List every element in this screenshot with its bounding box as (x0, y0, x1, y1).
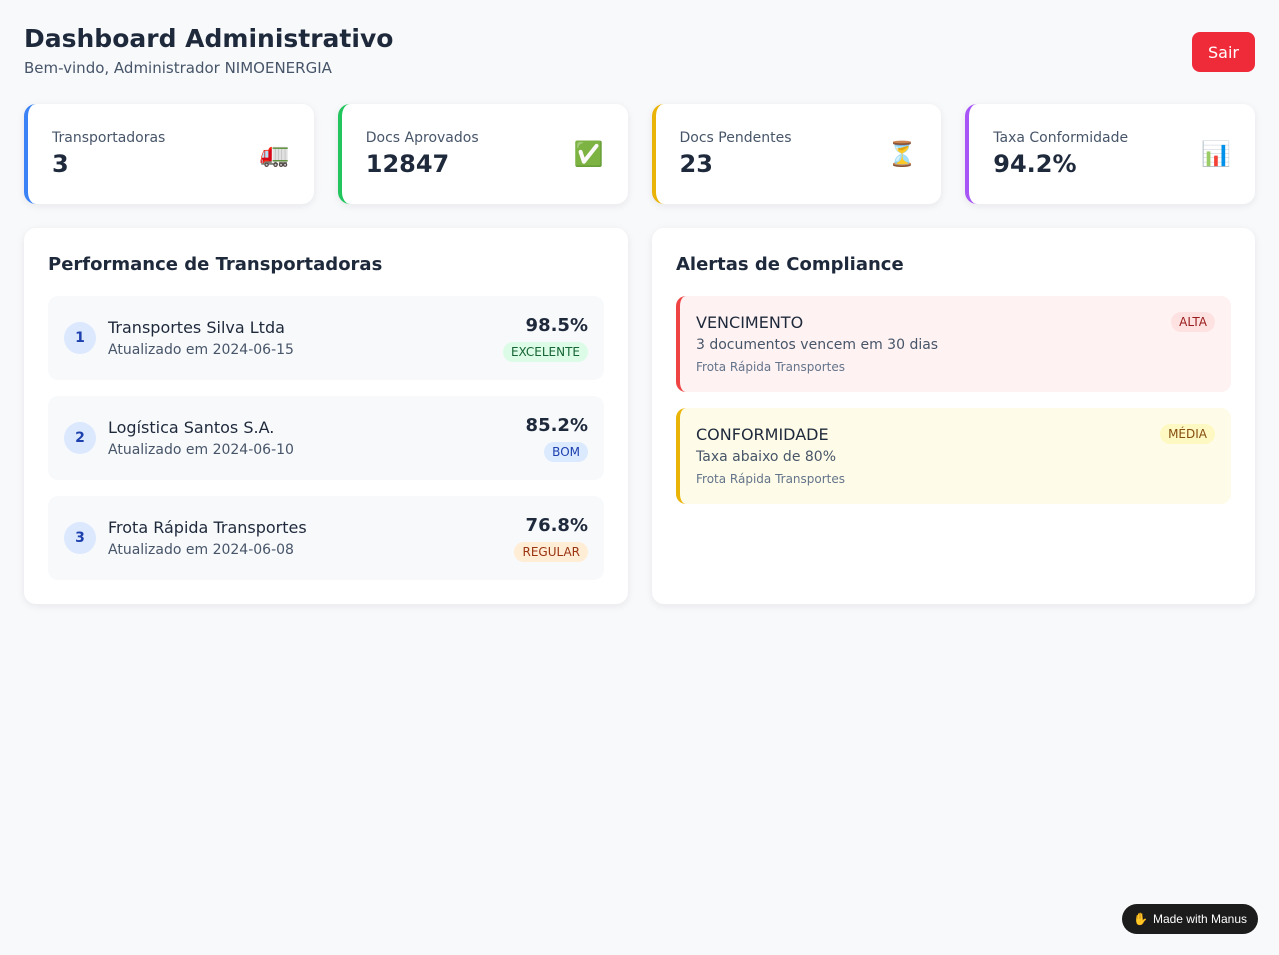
score-value: 85.2% (525, 415, 588, 436)
rank-badge: 3 (64, 522, 96, 554)
stat-card-transportadoras: Transportadoras 3 🚛 (24, 104, 314, 204)
carrier-name: Frota Rápida Transportes (108, 517, 307, 537)
performance-list: 1 Transportes Silva Ltda Atualizado em 2… (48, 296, 604, 580)
carrier-name: Transportes Silva Ltda (108, 317, 285, 337)
score-value: 76.8% (525, 515, 588, 536)
priority-badge: MÉDIA (1160, 424, 1215, 444)
alert-message: Taxa abaixo de 80% (696, 449, 836, 465)
stat-card-taxa-conformidade: Taxa Conformidade 94.2% 📊 (965, 104, 1255, 204)
bar-chart-icon: 📊 (1201, 140, 1231, 168)
alert-company: Frota Rápida Transportes (696, 472, 846, 486)
alert-item[interactable]: CONFORMIDADE Taxa abaixo de 80% Frota Rá… (676, 408, 1231, 504)
hourglass-icon: ⏳ (887, 140, 918, 168)
carrier-name: Logística Santos S.A. (108, 417, 275, 437)
made-with-manus-badge[interactable]: ✋ Made with Manus (1122, 904, 1258, 934)
updated-date: Atualizado em 2024-06-10 (108, 441, 294, 458)
stat-label: Docs Aprovados (365, 130, 479, 146)
alert-type: VENCIMENTO (696, 313, 804, 332)
performance-title: Performance de Transportadoras (48, 254, 383, 275)
alerts-list: VENCIMENTO 3 documentos vencem em 30 dia… (676, 296, 1231, 504)
updated-date: Atualizado em 2024-06-15 (108, 341, 294, 358)
stat-value: 23 (679, 150, 713, 178)
rank-badge: 2 (64, 422, 96, 454)
priority-badge: ALTA (1171, 312, 1215, 332)
stat-label: Transportadoras (52, 130, 166, 146)
status-badge: EXCELENTE (502, 342, 588, 362)
stat-card-docs-aprovados: Docs Aprovados 12847 ✅ (337, 104, 628, 204)
list-item[interactable]: 2 Logística Santos S.A. Atualizado em 20… (48, 396, 604, 480)
stat-value: 94.2% (993, 150, 1077, 178)
alert-item[interactable]: VENCIMENTO 3 documentos vencem em 30 dia… (676, 296, 1231, 392)
stats-row: Transportadoras 3 🚛 Docs Aprovados 12847… (24, 104, 1255, 204)
header-text: Dashboard Administrativo Bem-vindo, Admi… (24, 24, 393, 78)
alert-message: 3 documentos vencem em 30 dias (696, 337, 939, 353)
alert-type: CONFORMIDADE (696, 425, 829, 444)
alert-company: Frota Rápida Transportes (696, 360, 846, 374)
logout-button[interactable]: Sair (1192, 32, 1255, 72)
performance-panel: Performance de Transportadoras 1 Transpo… (24, 228, 628, 604)
page-header: Dashboard Administrativo Bem-vindo, Admi… (24, 24, 1255, 78)
check-icon: ✅ (573, 140, 604, 168)
truck-icon: 🚛 (259, 140, 290, 168)
manus-hand-icon: ✋ (1133, 912, 1148, 926)
status-badge: BOM (544, 442, 588, 462)
status-badge: REGULAR (514, 542, 588, 562)
welcome-subtitle: Bem-vindo, Administrador NIMOENERGIA (24, 59, 332, 77)
alerts-panel: Alertas de Compliance VENCIMENTO 3 docum… (652, 228, 1255, 604)
stat-label: Taxa Conformidade (993, 130, 1129, 146)
stat-value: 3 (52, 150, 69, 178)
list-item[interactable]: 1 Transportes Silva Ltda Atualizado em 2… (48, 296, 604, 380)
stat-label: Docs Pendentes (679, 130, 792, 146)
list-item[interactable]: 3 Frota Rápida Transportes Atualizado em… (48, 496, 604, 580)
score-value: 98.5% (525, 315, 588, 336)
manus-label: Made with Manus (1152, 912, 1247, 926)
updated-date: Atualizado em 2024-06-08 (108, 541, 294, 558)
rank-badge: 1 (64, 322, 96, 354)
stat-card-docs-pendentes: Docs Pendentes 23 ⏳ (651, 104, 942, 204)
page-title: Dashboard Administrativo (24, 24, 394, 53)
alerts-title: Alertas de Compliance (676, 254, 904, 275)
stat-value: 12847 (365, 150, 450, 178)
